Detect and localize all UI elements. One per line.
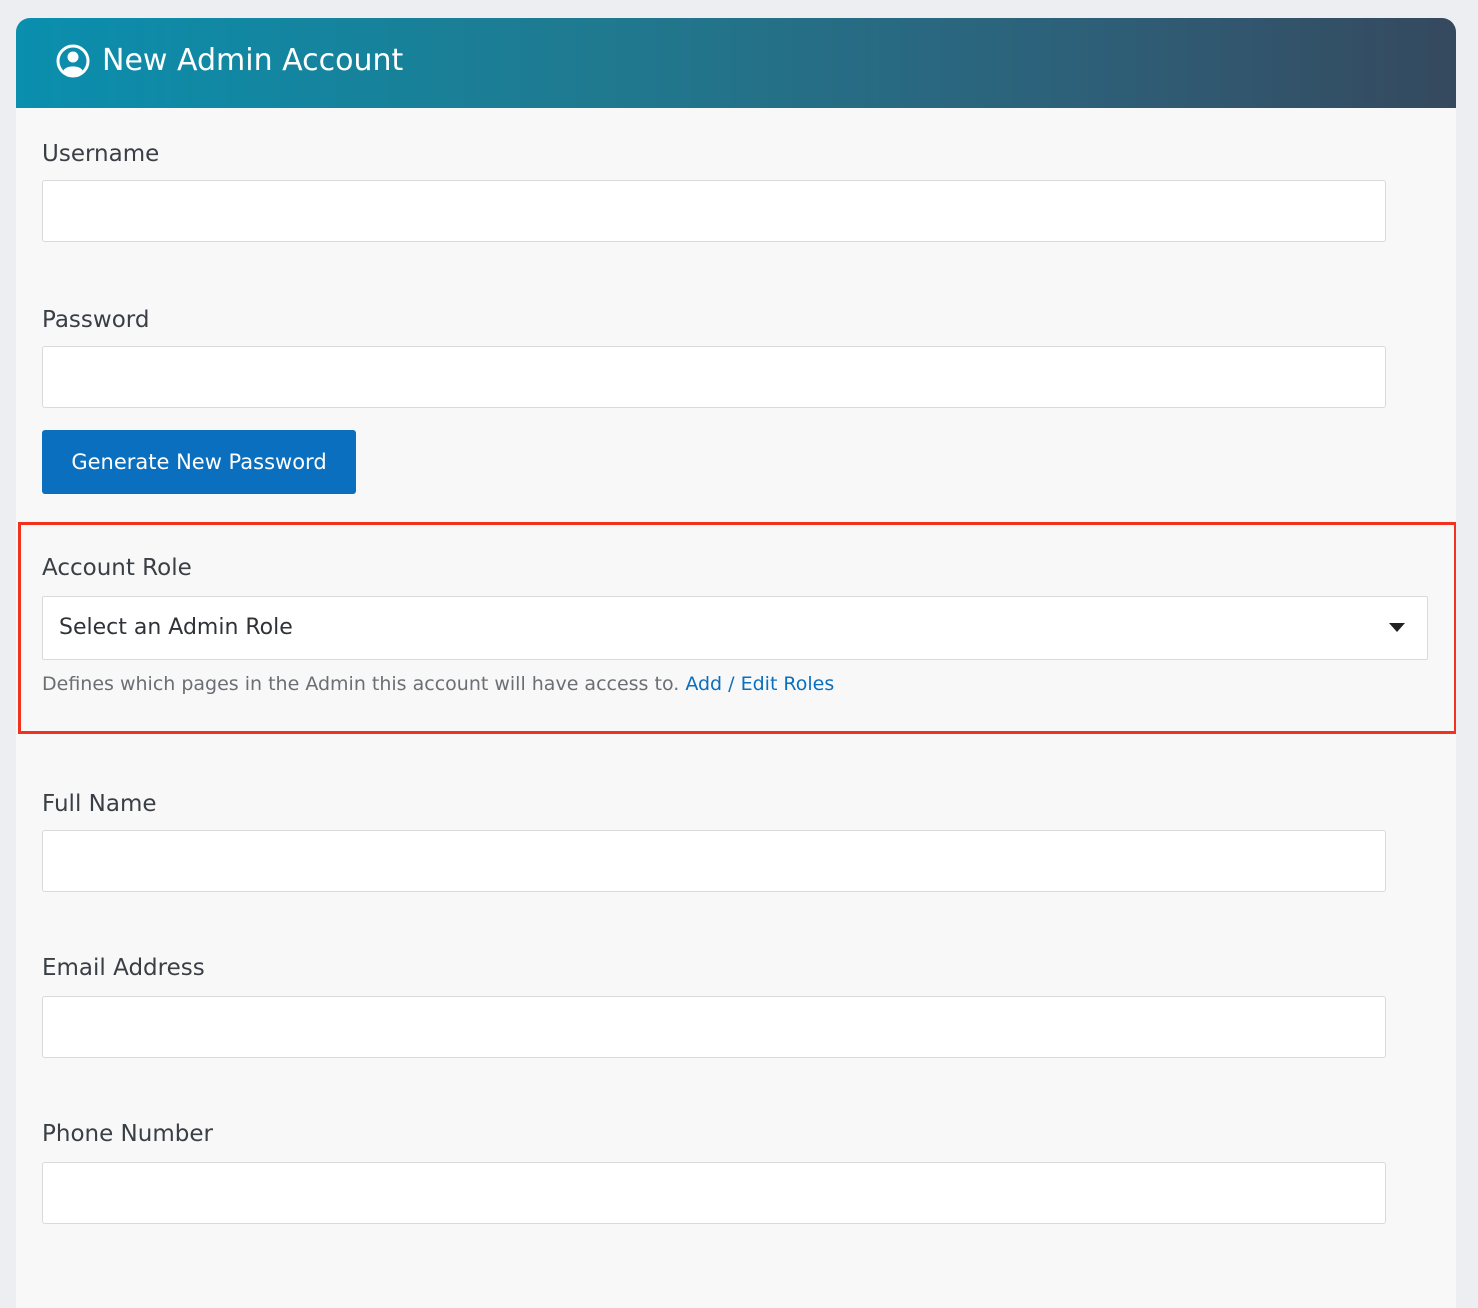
account-role-select[interactable]: Select an Admin Role — [42, 596, 1428, 660]
username-label: Username — [42, 141, 160, 167]
full-name-input[interactable] — [42, 830, 1386, 892]
new-admin-account-card: New Admin Account Username Password Gene… — [16, 18, 1456, 1308]
full-name-label: Full Name — [42, 791, 157, 817]
email-label: Email Address — [42, 955, 205, 981]
account-role-help-text: Defines which pages in the Admin this ac… — [42, 673, 680, 695]
page-title: New Admin Account — [102, 43, 404, 78]
user-circle-icon — [56, 44, 90, 78]
generate-password-button[interactable]: Generate New Password — [42, 430, 356, 494]
caret-down-icon — [1389, 623, 1405, 632]
password-label: Password — [42, 307, 150, 333]
add-edit-roles-link[interactable]: Add / Edit Roles — [685, 673, 834, 695]
phone-label: Phone Number — [42, 1121, 213, 1147]
account-role-selected-value: Select an Admin Role — [59, 615, 293, 640]
email-input[interactable] — [42, 996, 1386, 1058]
phone-input[interactable] — [42, 1162, 1386, 1224]
username-input[interactable] — [42, 180, 1386, 242]
card-header: New Admin Account — [16, 18, 1456, 108]
account-role-label: Account Role — [42, 555, 192, 581]
password-input[interactable] — [42, 346, 1386, 408]
account-role-help: Defines which pages in the Admin this ac… — [42, 670, 834, 698]
